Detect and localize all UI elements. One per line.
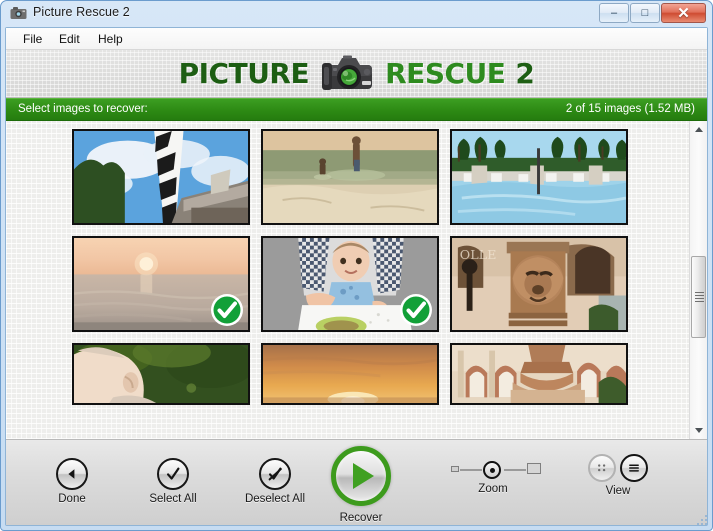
deselect-all-button[interactable]: Deselect All (236, 458, 314, 505)
scrollbar-grip-icon (695, 292, 704, 302)
thumbnail-item[interactable]: OLLE (450, 236, 628, 332)
grid-view-icon[interactable] (588, 454, 616, 482)
zoom-track-right (504, 469, 526, 471)
view-buttons (583, 454, 653, 482)
title-bar[interactable]: Picture Rescue 2 – □ ✕ (1, 1, 712, 27)
thumbnail-item[interactable] (72, 129, 250, 225)
maximize-button[interactable]: □ (630, 3, 660, 23)
window-title: Picture Rescue 2 (33, 5, 130, 19)
close-icon: ✕ (677, 5, 690, 22)
select-all-button[interactable]: Select All (138, 458, 208, 505)
scroll-down-button[interactable] (690, 422, 707, 439)
zoom-label: Zoom (478, 483, 508, 495)
view-switcher[interactable]: View (583, 454, 653, 497)
thumbnail-viewport[interactable]: OLLE (6, 121, 707, 439)
chevron-up-icon (694, 127, 703, 132)
zoom-slider[interactable]: Zoom (443, 458, 543, 495)
scroll-up-button[interactable] (690, 121, 707, 138)
menu-item-file[interactable]: File (16, 31, 49, 47)
check-slashed-icon (259, 458, 291, 490)
client-area: File Edit Help PICTURE RESCUE 2 Select i… (5, 27, 708, 526)
zoom-track-left (460, 469, 482, 471)
status-bar: Select images to recover: 2 of 15 images… (6, 98, 707, 121)
recover-button[interactable]: Recover (331, 446, 391, 524)
thumbnail-item[interactable] (261, 129, 439, 225)
resize-grip-icon[interactable] (697, 515, 709, 527)
thumbnail-image-lion-fountain: OLLE (452, 238, 626, 330)
menu-bar: File Edit Help (6, 28, 707, 50)
thumbnail-item[interactable] (261, 343, 439, 405)
thumbnail-item[interactable] (72, 343, 250, 405)
view-label: View (605, 485, 631, 497)
scrollbar-thumb[interactable] (691, 256, 706, 338)
menu-item-help[interactable]: Help (91, 31, 130, 47)
minimize-icon: – (610, 7, 618, 19)
thumbnail-image-lighthouse (74, 131, 248, 223)
done-button[interactable]: Done (38, 458, 106, 505)
list-view-icon[interactable] (620, 454, 648, 482)
brand-logo: PICTURE RESCUE 2 (179, 53, 535, 95)
zoom-slider-handle[interactable] (483, 461, 501, 479)
status-prompt: Select images to recover: (18, 103, 148, 115)
thumbnail-image-pool (452, 131, 626, 223)
thumbnail-image-orange-sunset (263, 345, 437, 403)
back-triangle-icon (56, 458, 88, 490)
svg-text:OLLE: OLLE (460, 247, 497, 262)
thumbnail-item[interactable] (261, 236, 439, 332)
thumbnail-image-beach (263, 131, 437, 223)
select-all-label: Select All (149, 493, 197, 505)
dslr-camera-icon (322, 55, 373, 90)
thumbnail-item[interactable] (450, 129, 628, 225)
check-icon (157, 458, 189, 490)
menu-item-edit[interactable]: Edit (52, 31, 87, 47)
logo-word-version: 2 (515, 57, 535, 90)
deselect-all-label: Deselect All (244, 493, 306, 505)
zoom-handle-dot-icon (489, 467, 495, 473)
brand-header: PICTURE RESCUE 2 (6, 50, 707, 98)
close-button[interactable]: ✕ (661, 3, 706, 23)
logo-word-picture: PICTURE (178, 57, 310, 90)
vertical-scrollbar[interactable] (689, 121, 707, 439)
selected-check-icon (211, 294, 243, 326)
maximize-icon: □ (641, 7, 649, 19)
thumbnail-image-courtyard (452, 345, 626, 403)
thumbnail-item[interactable] (72, 236, 250, 332)
recover-label: Recover (339, 512, 383, 524)
thumbnail-grid: OLLE (72, 129, 628, 405)
minimize-button[interactable]: – (599, 3, 629, 23)
application-window: Picture Rescue 2 – □ ✕ File Edit Help PI… (0, 0, 713, 531)
selected-check-icon (400, 294, 432, 326)
large-square-icon[interactable] (527, 463, 541, 474)
thumbnail-image-portrait (74, 345, 248, 403)
recover-icon-wrap (331, 446, 391, 506)
zoom-track[interactable] (443, 458, 543, 480)
thumbnail-item[interactable] (450, 343, 628, 405)
bottom-toolbar: Done Select All Deselect All Recover Zoo… (6, 439, 707, 525)
camera-icon (10, 7, 27, 19)
logo-word-rescue: RESCUE (385, 57, 506, 90)
chevron-down-icon (694, 428, 703, 433)
play-icon (353, 463, 374, 489)
done-label: Done (58, 493, 86, 505)
status-image-count: 2 of 15 images (1.52 MB) (565, 103, 695, 115)
small-square-icon[interactable] (451, 466, 459, 472)
